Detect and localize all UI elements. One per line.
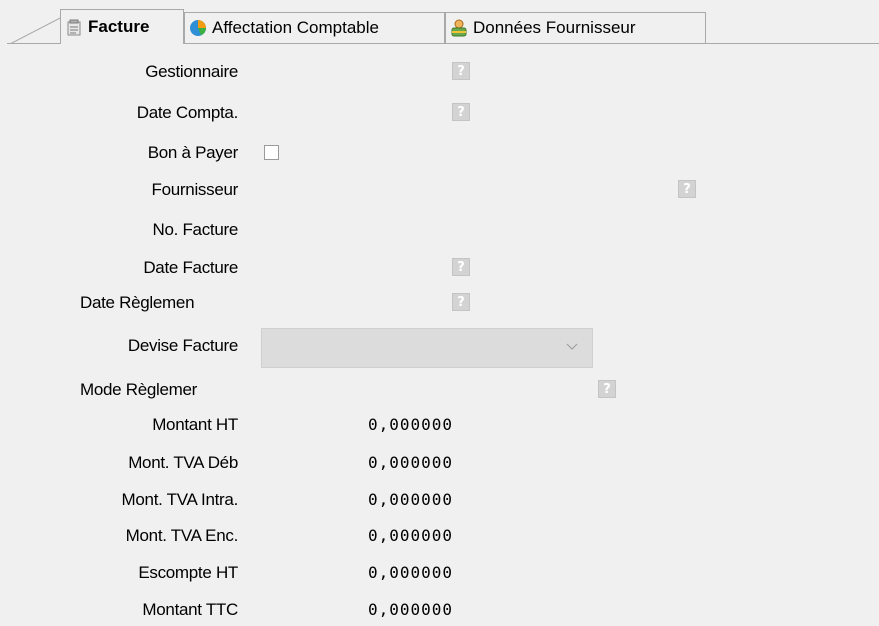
gestionnaire-help-button[interactable]: ? <box>452 62 470 80</box>
bon-a-payer-label: Bon à Payer <box>147 143 239 162</box>
devise-facture-select[interactable] <box>261 328 593 368</box>
mont-tva-deb-value: 0,000000 <box>368 453 454 472</box>
mont-tva-intra-label: Mont. TVA Intra. <box>121 490 239 509</box>
gestionnaire-label: Gestionnaire <box>145 62 238 81</box>
date-compta-label: Date Compta. <box>136 103 239 122</box>
supplier-icon <box>450 19 468 37</box>
row-bon-a-payer: Bon à Payer <box>0 139 879 169</box>
montant-ht-value: 0,000000 <box>368 415 454 434</box>
row-montant-ht: Montant HT 0,000000 <box>0 411 879 441</box>
tab-strip: Facture Affectation Comptable Données Fo… <box>0 0 879 46</box>
tab-facture[interactable]: Facture <box>60 9 184 44</box>
row-date-reglement: Date Règlemen ? <box>0 289 879 319</box>
mont-tva-enc-value: 0,000000 <box>368 526 454 545</box>
tab-facture-label: Facture <box>88 17 150 36</box>
fournisseur-help-button[interactable]: ? <box>678 180 696 198</box>
row-mont-tva-enc: Mont. TVA Enc. 0,000000 <box>0 522 879 552</box>
montant-ttc-label: Montant TTC <box>142 600 238 619</box>
bon-a-payer-checkbox[interactable] <box>264 145 279 160</box>
row-mont-tva-intra: Mont. TVA Intra. 0,000000 <box>0 486 879 516</box>
escompte-ht-value: 0,000000 <box>368 563 454 582</box>
row-fournisseur: Fournisseur ? <box>0 176 879 206</box>
montant-ttc-value: 0,000000 <box>368 600 454 619</box>
row-date-compta: Date Compta. ? <box>0 99 879 129</box>
mont-tva-intra-value: 0,000000 <box>368 490 454 509</box>
tab-fournisseur-label: Données Fournisseur <box>473 18 636 37</box>
row-gestionnaire: Gestionnaire ? <box>0 58 879 88</box>
tab-affectation-label: Affectation Comptable <box>212 18 379 37</box>
date-facture-label: Date Facture <box>143 258 238 277</box>
row-montant-ttc: Montant TTC 0,000000 <box>0 596 879 626</box>
mont-tva-deb-label: Mont. TVA Déb <box>128 453 238 472</box>
fournisseur-label: Fournisseur <box>151 180 239 199</box>
row-mode-reglement: Mode Règlemer ? <box>0 376 879 406</box>
tab-strip-edge <box>9 16 64 44</box>
devise-facture-label: Devise Facture <box>127 336 238 355</box>
row-no-facture: No. Facture <box>0 216 879 246</box>
no-facture-label: No. Facture <box>152 220 238 239</box>
row-date-facture: Date Facture ? <box>0 254 879 284</box>
escompte-ht-label: Escompte HT <box>138 563 238 582</box>
pie-chart-icon <box>189 19 207 37</box>
chevron-down-icon <box>566 343 578 350</box>
tab-donnees-fournisseur[interactable]: Données Fournisseur <box>445 12 706 43</box>
row-devise-facture: Devise Facture <box>0 328 879 368</box>
date-compta-help-button[interactable]: ? <box>452 103 470 121</box>
mode-reglement-label: Mode Règlemer <box>80 380 198 399</box>
row-mont-tva-deb: Mont. TVA Déb 0,000000 <box>0 449 879 479</box>
tab-affectation-comptable[interactable]: Affectation Comptable <box>184 12 445 43</box>
date-reglement-help-button[interactable]: ? <box>452 293 470 311</box>
date-facture-help-button[interactable]: ? <box>452 258 470 276</box>
mont-tva-enc-label: Mont. TVA Enc. <box>125 526 239 545</box>
date-reglement-label: Date Règlemen <box>80 293 195 312</box>
row-escompte-ht: Escompte HT 0,000000 <box>0 559 879 589</box>
montant-ht-label: Montant HT <box>152 415 238 434</box>
invoice-icon <box>65 18 83 36</box>
invoice-form: Gestionnaire ? Date Compta. ? Bon à Paye… <box>0 46 879 625</box>
mode-reglement-help-button[interactable]: ? <box>598 380 616 398</box>
